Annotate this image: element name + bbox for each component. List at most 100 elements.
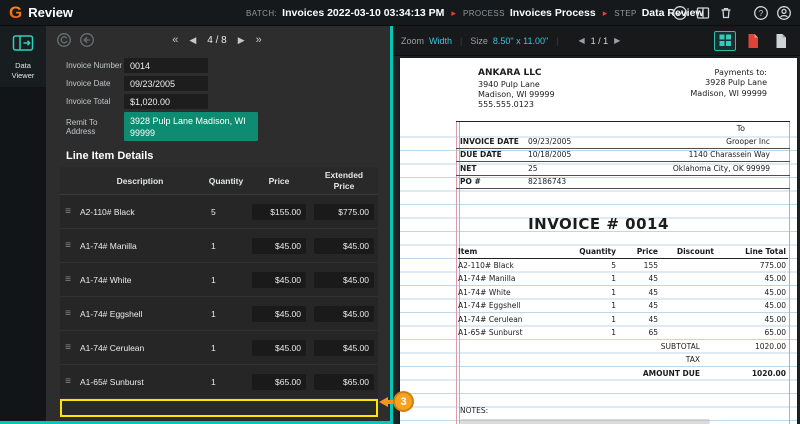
breadcrumb: BATCH: Invoices 2022-03-10 03:34:13 PM ▸… — [246, 0, 704, 26]
table-row[interactable]: ≡ A1-74# Cerulean 1 $45.00 $45.00 — [60, 331, 378, 366]
sidebar-item-data-viewer[interactable]: Data Viewer — [0, 26, 46, 87]
extended-price-cell[interactable]: $45.00 — [314, 339, 374, 356]
table-row[interactable]: ≡ A1-65# Sunburst 1 $65.00 $65.00 — [60, 365, 378, 400]
quantity-cell[interactable]: 1 — [204, 275, 248, 285]
extracted-fields: Invoice Number 0014 Invoice Date 09/23/2… — [46, 54, 390, 142]
sidebar-item-label: Data Viewer — [11, 61, 35, 80]
remit-to-address-input[interactable]: 3928 Pulp Lane Madison, WI 99999 — [124, 112, 258, 142]
invoice-title: INVOICE # 0014 — [528, 215, 669, 233]
description-cell[interactable]: A1-74# White — [76, 275, 204, 285]
info-label: NET — [460, 163, 477, 173]
document-export-icon[interactable] — [770, 31, 792, 51]
description-cell[interactable]: A1-74# Cerulean — [76, 343, 204, 353]
quantity-cell[interactable]: 1 — [204, 377, 248, 387]
table-row[interactable]: ≡ A1-74# Manilla 1 $45.00 $45.00 — [60, 229, 378, 264]
invoice-items-table: Item Quantity Price Discount Line Total … — [458, 245, 788, 380]
drag-handle-icon[interactable]: ≡ — [60, 206, 76, 217]
quantity-cell[interactable]: 5 — [204, 207, 248, 217]
info-value: 09/23/2005 — [528, 136, 572, 146]
table-row[interactable]: ≡ A1-74# White 1 $45.00 $45.00 — [60, 263, 378, 298]
extended-price-cell[interactable]: $45.00 — [314, 305, 374, 322]
to-label: To — [736, 124, 745, 133]
tax-row: TAX — [458, 353, 788, 367]
table-row[interactable]: ≡ A1-74# Eggshell 1 $45.00 $45.00 — [60, 297, 378, 332]
new-row-highlight[interactable] — [60, 399, 378, 418]
last-record-icon[interactable]: » — [256, 34, 262, 46]
extended-price-cell[interactable]: $775.00 — [314, 203, 374, 220]
account-icon[interactable] — [776, 5, 792, 21]
amount-due-row: AMOUNT DUE 1020.00 — [458, 367, 788, 381]
quantity-cell: 1 — [611, 301, 616, 311]
description-cell[interactable]: A1-74# Manilla — [76, 241, 204, 251]
payments-to-address: 3928 Pulp Lane — [705, 78, 767, 88]
payments-to-block: Payments to: 3928 Pulp Lane Madison, WI … — [690, 68, 767, 99]
help-icon[interactable]: ? — [753, 5, 769, 21]
pdf-export-icon[interactable] — [742, 31, 764, 51]
quantity-cell[interactable]: 1 — [204, 343, 248, 353]
view-columns-icon[interactable] — [695, 5, 711, 21]
next-page-icon[interactable]: ▶ — [614, 36, 620, 45]
item-cell: A1-74# Manilla — [458, 274, 516, 284]
complete-check-icon[interactable] — [672, 5, 688, 21]
col-item: Item — [458, 246, 478, 256]
document-viewer: Zoom Width | Size 8.50" x 11.00" | ◀ 1 /… — [393, 26, 800, 424]
document-canvas[interactable]: ANKARA LLC 3940 Pulp Lane Madison, WI 99… — [393, 56, 800, 424]
info-row: PO # 82186743 — [456, 176, 790, 189]
extended-price-cell[interactable]: $45.00 — [314, 271, 374, 288]
info-label: INVOICE DATE — [460, 136, 519, 146]
previous-page-icon[interactable]: ◀ — [579, 36, 585, 45]
item-cell: A1-65# Sunburst — [458, 328, 523, 338]
price-cell[interactable]: $45.00 — [252, 339, 306, 356]
refresh-icon[interactable] — [56, 32, 72, 48]
layout-toggle-icon[interactable] — [714, 30, 736, 51]
drag-handle-icon[interactable]: ≡ — [60, 342, 76, 353]
payments-to-label: Payments to: — [714, 68, 767, 77]
price-cell[interactable]: $45.00 — [252, 271, 306, 288]
drag-handle-icon[interactable]: ≡ — [60, 376, 76, 387]
price-cell[interactable]: $45.00 — [252, 305, 306, 322]
next-record-icon[interactable]: ▶ — [238, 35, 245, 46]
extended-price-cell[interactable]: $65.00 — [314, 373, 374, 390]
invoice-info-table: INVOICE DATE 09/23/2005 Grooper Inc DUE … — [456, 135, 790, 189]
company-name: ANKARA LLC — [478, 68, 542, 78]
zoom-select[interactable]: Width — [429, 36, 452, 46]
invoice-date-input[interactable]: 09/23/2005 — [124, 76, 208, 91]
header-rule — [456, 121, 790, 122]
trash-icon[interactable] — [718, 5, 734, 21]
col-price: Price — [636, 246, 658, 256]
col-line-total: Line Total — [745, 246, 786, 256]
previous-record-icon[interactable]: ◀ — [189, 35, 196, 46]
item-cell: A1-74# Cerulean — [458, 314, 523, 324]
description-cell[interactable]: A2-110# Black — [76, 207, 204, 217]
price-cell[interactable]: $65.00 — [252, 373, 306, 390]
toolbar-divider: | — [460, 35, 463, 46]
invoice-number-input[interactable]: 0014 — [124, 58, 208, 73]
line-total-cell: 45.00 — [764, 301, 786, 311]
info-value: 82186743 — [528, 177, 567, 187]
drag-handle-icon[interactable]: ≡ — [60, 308, 76, 319]
invoice-table-row: A2-110# Black 5 155 775.00 — [458, 259, 788, 273]
invoice-total-input[interactable]: $1,020.00 — [124, 94, 208, 109]
panel-splitter[interactable] — [390, 26, 393, 424]
description-cell[interactable]: A1-74# Eggshell — [76, 309, 204, 319]
item-cell: A1-74# Eggshell — [458, 301, 521, 311]
drag-handle-icon[interactable]: ≡ — [60, 240, 76, 251]
extended-price-cell[interactable]: $45.00 — [314, 237, 374, 254]
app-title: Review — [28, 5, 74, 20]
first-record-icon[interactable]: « — [172, 34, 178, 46]
price-cell: 155 — [643, 260, 658, 270]
price-cell[interactable]: $155.00 — [252, 203, 306, 220]
field-invoice-number: Invoice Number 0014 — [66, 58, 390, 73]
process-label: PROCESS — [462, 8, 505, 18]
info-row: INVOICE DATE 09/23/2005 Grooper Inc — [456, 135, 790, 149]
quantity-cell[interactable]: 1 — [204, 309, 248, 319]
field-invoice-total: Invoice Total $1,020.00 — [66, 94, 390, 109]
invoice-table-row: A1-74# Manilla 1 45 45.00 — [458, 272, 788, 286]
field-label: Invoice Number — [66, 61, 123, 70]
price-cell[interactable]: $45.00 — [252, 237, 306, 254]
description-cell[interactable]: A1-65# Sunburst — [76, 377, 204, 387]
table-row[interactable]: ≡ A2-110# Black 5 $155.00 $775.00 — [60, 195, 378, 230]
undo-icon[interactable] — [79, 32, 95, 48]
drag-handle-icon[interactable]: ≡ — [60, 274, 76, 285]
quantity-cell[interactable]: 1 — [204, 241, 248, 251]
